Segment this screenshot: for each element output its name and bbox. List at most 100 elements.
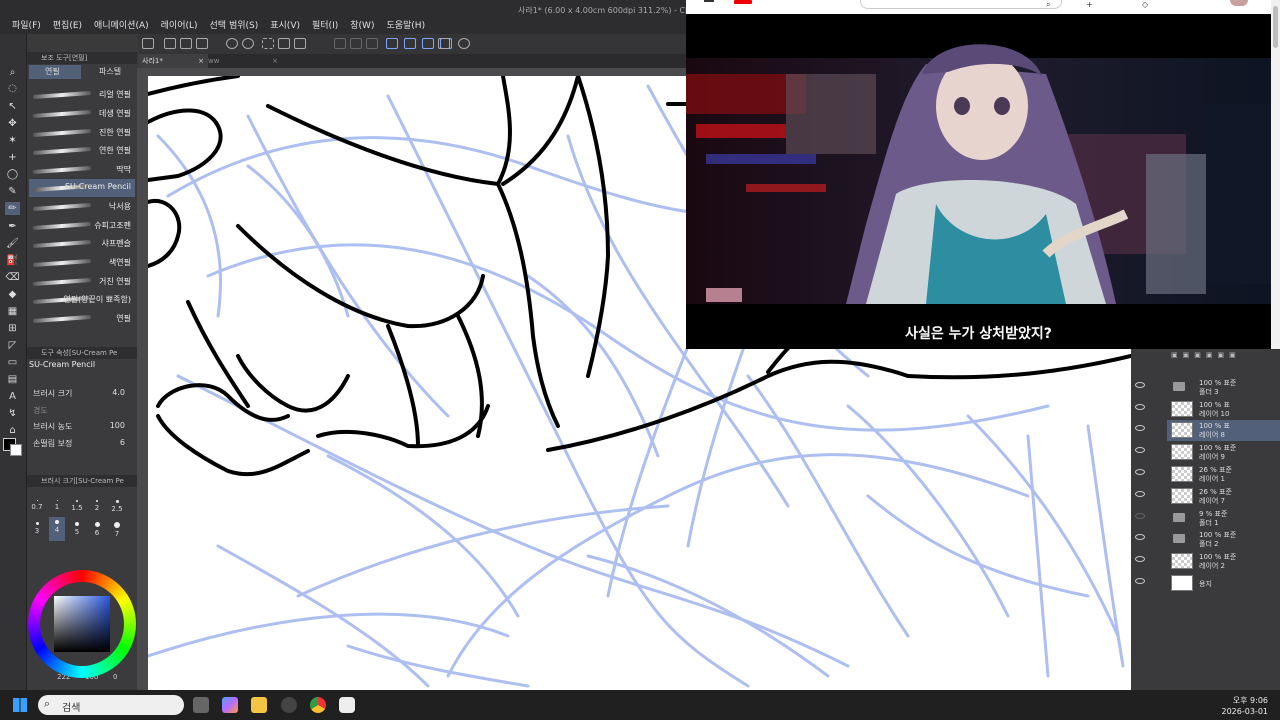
operation-icon[interactable]: ↖ [5,100,20,113]
redo-icon[interactable] [242,38,254,49]
menu-view[interactable]: 표시(V) [264,18,306,34]
menu-edit[interactable]: 편집(E) [47,18,88,34]
eye-icon[interactable] [1135,491,1145,497]
eyedropper-icon[interactable]: ✎ [5,185,20,198]
brush-pencil[interactable]: 연필 [29,310,135,328]
clipboard-icon[interactable] [438,38,450,49]
windows-start-icon[interactable] [13,698,27,712]
prop-stabilization[interactable]: 손떨림 보정 6 [33,438,133,452]
close-icon[interactable]: × [272,54,278,68]
task-view-icon[interactable] [193,697,209,713]
layer-row-paper[interactable]: 용지 [1135,573,1280,594]
layer-row-folder-2[interactable]: 100 % 표준 폴더 2 [1135,529,1280,550]
youtube-logo-icon[interactable] [734,0,752,4]
size-preset[interactable]: 3 [29,519,45,543]
menu-file[interactable]: 파일(F) [6,18,47,34]
notifications-icon[interactable]: ◇ [1142,0,1148,9]
brush-su-cream-pencil[interactable]: SU-Cream Pencil [29,179,135,197]
pencil-icon[interactable]: ✏ [5,202,20,215]
size-preset[interactable]: 5 [69,519,85,543]
size-preset[interactable]: 2 [89,497,105,521]
move-icon[interactable]: ✥ [5,117,20,130]
brush-icon[interactable]: 🖌 [5,237,20,250]
navigator-icon[interactable] [142,38,154,49]
eye-icon[interactable] [1135,447,1145,453]
brush-light-pencil[interactable]: 연한 연필 [29,142,135,160]
prop-hardness[interactable]: 경도 [33,405,133,419]
open-file-icon[interactable] [180,38,192,49]
airbrush-icon[interactable]: ⛽ [5,254,20,267]
eye-icon[interactable] [1135,556,1145,562]
tab-canvas-2[interactable]: ww × [204,54,278,68]
eye-icon[interactable] [1135,425,1145,431]
blend-icon[interactable]: ⌂ [5,424,20,437]
fill-icon[interactable]: ◆ [5,288,20,301]
layer-row-layer-8[interactable]: 100 % 표 레이어 8 [1135,420,1280,441]
layer-row-layer-10[interactable]: 100 % 표 레이어 10 [1135,399,1280,420]
size-preset[interactable]: 1.5 [69,497,85,521]
brush-mechanical-pencil[interactable]: 샤프펜슬 [29,235,135,253]
snap-ruler-icon[interactable] [350,38,362,49]
create-icon[interactable]: + [1086,0,1093,9]
prop-value[interactable]: 6 [120,438,125,447]
avatar[interactable] [1230,0,1248,6]
gradient-icon[interactable]: ▦ [5,305,20,318]
layer-row-folder-1[interactable]: 9 % 표준 폴더 1 [1135,508,1280,529]
magic-wand-icon[interactable]: ✶ [5,134,20,147]
menu-animation[interactable]: 애니메이션(A) [88,18,155,34]
pen-tool-icon[interactable]: ✒ [5,220,20,233]
prop-value[interactable]: 4.0 [112,388,125,397]
browser-scrollbar[interactable] [1271,0,1280,349]
taskbar-search[interactable]: ⌕ 검색 [38,695,184,715]
eye-icon[interactable] [1135,404,1145,410]
clear-icon[interactable] [278,38,290,49]
brush-spigot-pen[interactable]: 슈피고조펜 [29,217,135,235]
brush-hard[interactable]: 딱딱 [29,161,135,179]
layer-row-folder-3[interactable]: 100 % 표준 폴더 3 [1135,377,1280,398]
clip-studio-icon[interactable] [339,697,355,713]
prop-brush-density[interactable]: 브러시 농도 100 [33,421,133,435]
brush-pointed-pencil[interactable]: 연필(양끝이 뾰족함) [29,291,135,309]
color-wheel[interactable] [28,570,136,678]
layer-panel-toolbar[interactable]: ▣▣▣▣▣▣ [1171,351,1279,359]
youtube-search-box[interactable] [860,0,1062,9]
layer-row-layer-7[interactable]: 26 % 표준 레이어 7 [1135,486,1280,507]
layer-row-layer-9[interactable]: 100 % 표준 레이어 9 [1135,442,1280,463]
brush-color-pencil[interactable]: 색연필 [29,254,135,272]
prop-brush-size[interactable]: 브러시 크기 4.0 [33,388,133,402]
scrollbar-thumb[interactable] [1273,6,1278,48]
tab-pencil[interactable]: 연필 [29,65,81,79]
transform-icon[interactable] [294,38,306,49]
size-preset[interactable]: 0.7 [29,497,45,521]
prop-value[interactable]: 100 [110,421,125,430]
eraser-icon[interactable]: ⌫ [5,271,20,284]
snap-icon[interactable] [334,38,346,49]
size-preset[interactable]: 7 [109,519,125,543]
menu-layer[interactable]: 레이어(L) [155,18,204,34]
app-icon[interactable] [281,697,297,713]
color-saturation-square[interactable] [54,596,110,652]
search-icon[interactable]: ⌕ [1046,0,1050,10]
menu-filter[interactable]: 필터(I) [306,18,344,34]
file-explorer-icon[interactable] [251,697,267,713]
sparkle-icon[interactable]: + [5,151,20,164]
undo-icon[interactable] [226,38,238,49]
eye-icon[interactable] [1135,578,1145,584]
eye-icon[interactable] [1135,382,1145,388]
save-icon[interactable] [196,38,208,49]
pen-pressure-icon[interactable] [404,38,416,49]
menu-help[interactable]: 도움말(H) [380,18,431,34]
balloon-icon[interactable]: ▤ [5,373,20,386]
video-player[interactable]: 사실은 누가 상처받았지? [686,14,1271,349]
pen-icon[interactable] [422,38,434,49]
chrome-icon[interactable] [310,697,326,713]
selection-icon[interactable]: ◯ [5,168,20,181]
lasso-icon[interactable]: ◌ [5,82,20,95]
copilot-icon[interactable] [222,697,238,713]
brush-real-pencil[interactable]: 리얼 연필 [29,86,135,104]
deselect-icon[interactable] [262,38,274,49]
brush-dessin-pencil[interactable]: 데생 연필 [29,105,135,123]
brush-dark-pencil[interactable]: 진한 연필 [29,124,135,142]
help-icon[interactable] [458,38,470,49]
menu-selection[interactable]: 선택 범위(S) [204,18,265,34]
